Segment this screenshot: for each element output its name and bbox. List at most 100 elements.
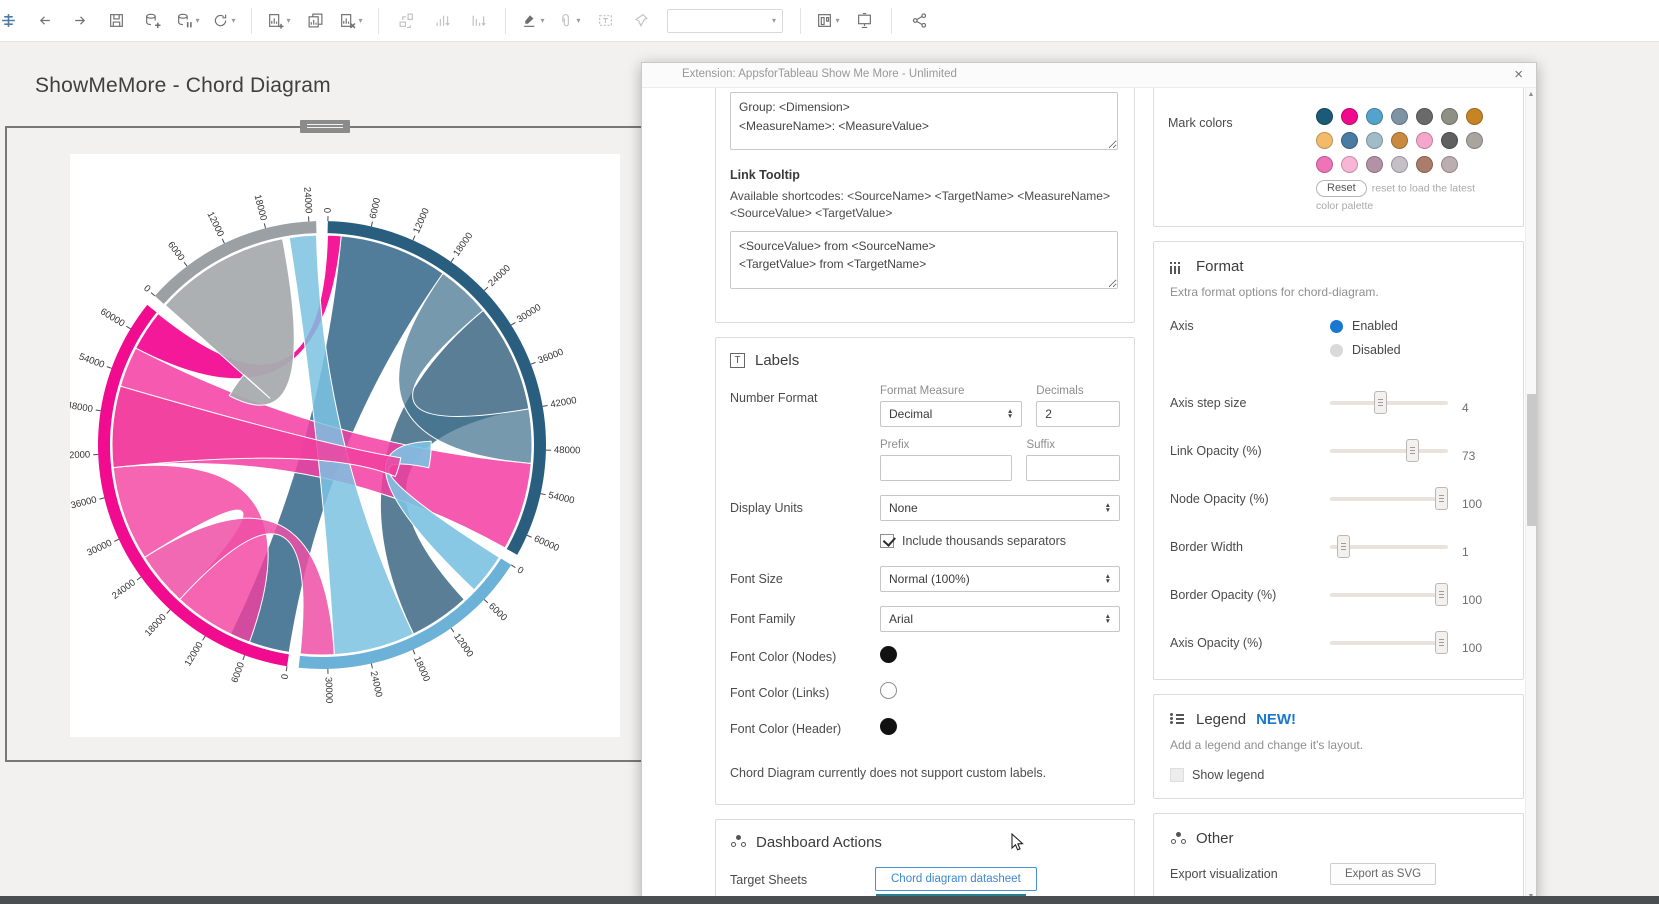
- sort-descending-icon[interactable]: [463, 6, 493, 36]
- axis-disabled-option[interactable]: Disabled: [1330, 343, 1401, 357]
- font-color-header-label: Font Color (Header): [730, 721, 842, 736]
- axis-tick: [450, 627, 455, 633]
- scroll-up-icon[interactable]: ▲: [1526, 91, 1536, 98]
- font-color-nodes-swatch[interactable]: [880, 645, 897, 663]
- show-legend-checkbox[interactable]: [1170, 768, 1184, 782]
- slider-handle[interactable]: [1406, 439, 1419, 462]
- display-units-select[interactable]: None ▲ ▼: [880, 494, 1120, 521]
- scrollbar-thumb[interactable]: [1527, 394, 1536, 526]
- new-badge: NEW!: [1256, 711, 1297, 728]
- color-swatch[interactable]: [1341, 156, 1358, 173]
- color-swatch[interactable]: [1341, 108, 1358, 125]
- swap-rows-columns-icon[interactable]: [391, 6, 421, 36]
- color-swatch[interactable]: [1416, 156, 1433, 173]
- select-arrows-icon: ▲ ▼: [1006, 407, 1014, 420]
- slider-row: Border Width 1: [1170, 535, 1507, 559]
- dashboard-actions-card: Dashboard Actions Target Sheets Chord di…: [715, 818, 1135, 903]
- add-data-source-icon[interactable]: [137, 6, 167, 36]
- axis-tick-label: 6000: [229, 661, 247, 685]
- color-swatch[interactable]: [1391, 108, 1408, 125]
- decimals-input[interactable]: [1036, 400, 1120, 427]
- axis-enabled-option[interactable]: Enabled: [1330, 319, 1401, 333]
- slider-handle[interactable]: [1435, 583, 1448, 606]
- mark-colors-card: Mark colors Reset reset to load the lates…: [1153, 88, 1524, 227]
- color-swatch[interactable]: [1366, 156, 1383, 173]
- node-tooltip-textarea[interactable]: Group: <Dimension> <MeasureName>: <Measu…: [730, 92, 1118, 150]
- dialog-titlebar[interactable]: Extension: AppsforTableau Show Me More -…: [642, 63, 1536, 88]
- slider-track[interactable]: [1330, 583, 1448, 606]
- font-color-links-swatch[interactable]: [880, 681, 897, 699]
- color-swatch[interactable]: [1466, 132, 1483, 149]
- zone-drag-handle[interactable]: [300, 120, 350, 133]
- pause-updates-icon[interactable]: ▾: [173, 6, 203, 36]
- slider-track[interactable]: [1330, 439, 1448, 462]
- font-color-header-swatch[interactable]: [880, 717, 897, 735]
- axis-tick-label: 30000: [515, 302, 543, 325]
- slider-track[interactable]: [1330, 391, 1448, 414]
- axis-tick: [542, 405, 548, 407]
- chord-diagram[interactable]: 0 6000 12000180002400030000360004200048000…: [70, 154, 620, 737]
- tableau-logo-icon[interactable]: [0, 6, 23, 36]
- color-swatch[interactable]: [1316, 108, 1333, 125]
- show-legend-row[interactable]: Show legend: [1170, 768, 1507, 782]
- axis-tick-label: 0: [323, 208, 334, 214]
- refresh-icon[interactable]: ▾: [209, 6, 239, 36]
- color-swatch[interactable]: [1466, 108, 1483, 125]
- slider-handle[interactable]: [1435, 631, 1448, 654]
- color-swatch[interactable]: [1316, 132, 1333, 149]
- toolbar-divider: [505, 7, 506, 34]
- color-swatch[interactable]: [1316, 156, 1333, 173]
- color-swatch[interactable]: [1341, 132, 1358, 149]
- show-me-icon[interactable]: ▾: [813, 6, 843, 36]
- slider-handle[interactable]: [1374, 391, 1387, 414]
- color-swatch[interactable]: [1441, 132, 1458, 149]
- dialog-scrollbar[interactable]: ▲ ▼: [1525, 88, 1536, 903]
- clear-sheet-icon[interactable]: ▾: [336, 6, 366, 36]
- radio-unselected-icon[interactable]: [1330, 343, 1343, 357]
- save-icon[interactable]: [101, 6, 131, 36]
- reset-button[interactable]: Reset: [1316, 180, 1367, 197]
- fit-selector[interactable]: ▾: [667, 8, 783, 33]
- prefix-input[interactable]: [880, 454, 1013, 481]
- color-swatch[interactable]: [1416, 108, 1433, 125]
- suffix-input[interactable]: [1026, 454, 1120, 481]
- pin-icon[interactable]: [626, 6, 656, 36]
- undo-icon[interactable]: [29, 6, 59, 36]
- slider-track[interactable]: [1330, 631, 1448, 654]
- target-sheet-button[interactable]: Chord diagram datasheet: [875, 866, 1037, 891]
- slider-handle[interactable]: [1435, 487, 1448, 510]
- close-icon[interactable]: ×: [1514, 66, 1523, 83]
- color-swatch[interactable]: [1441, 108, 1458, 125]
- slider-value: 100: [1462, 497, 1483, 511]
- other-card: Other Export visualization Export as SVG: [1153, 813, 1524, 902]
- format-icon[interactable]: ▾: [554, 6, 584, 36]
- color-swatch[interactable]: [1391, 156, 1408, 173]
- radio-selected-icon[interactable]: [1330, 319, 1343, 333]
- font-family-select[interactable]: Arial ▲ ▼: [880, 605, 1120, 632]
- color-swatch[interactable]: [1391, 132, 1408, 149]
- format-description: Extra format options for chord-diagram.: [1170, 285, 1379, 299]
- share-icon[interactable]: [904, 6, 934, 36]
- axis-tick: [242, 655, 246, 661]
- new-worksheet-icon[interactable]: ▾: [264, 6, 294, 36]
- slider-track[interactable]: [1330, 535, 1448, 558]
- redo-icon[interactable]: [65, 6, 95, 36]
- color-swatch[interactable]: [1416, 132, 1433, 149]
- export-svg-button[interactable]: Export as SVG: [1330, 863, 1437, 885]
- text-object-icon[interactable]: [590, 6, 620, 36]
- format-measure-select[interactable]: Decimal ▲ ▼: [880, 400, 1023, 427]
- link-tooltip-textarea[interactable]: <SourceValue> from <SourceName> <TargetV…: [730, 230, 1118, 289]
- color-swatch[interactable]: [1366, 108, 1383, 125]
- duplicate-sheet-icon[interactable]: [300, 6, 330, 36]
- sort-ascending-icon[interactable]: [427, 6, 457, 36]
- color-swatch[interactable]: [1441, 156, 1458, 173]
- highlight-icon[interactable]: ▾: [518, 6, 548, 36]
- thousands-checkbox[interactable]: [880, 533, 894, 548]
- thousands-separator-row[interactable]: Include thousands separators: [880, 533, 1120, 548]
- slider-value: 100: [1462, 593, 1483, 607]
- slider-track[interactable]: [1330, 487, 1448, 510]
- color-swatch[interactable]: [1366, 132, 1383, 149]
- presentation-mode-icon[interactable]: [849, 6, 879, 36]
- slider-handle[interactable]: [1337, 535, 1350, 558]
- font-size-select[interactable]: Normal (100%) ▲ ▼: [880, 565, 1120, 592]
